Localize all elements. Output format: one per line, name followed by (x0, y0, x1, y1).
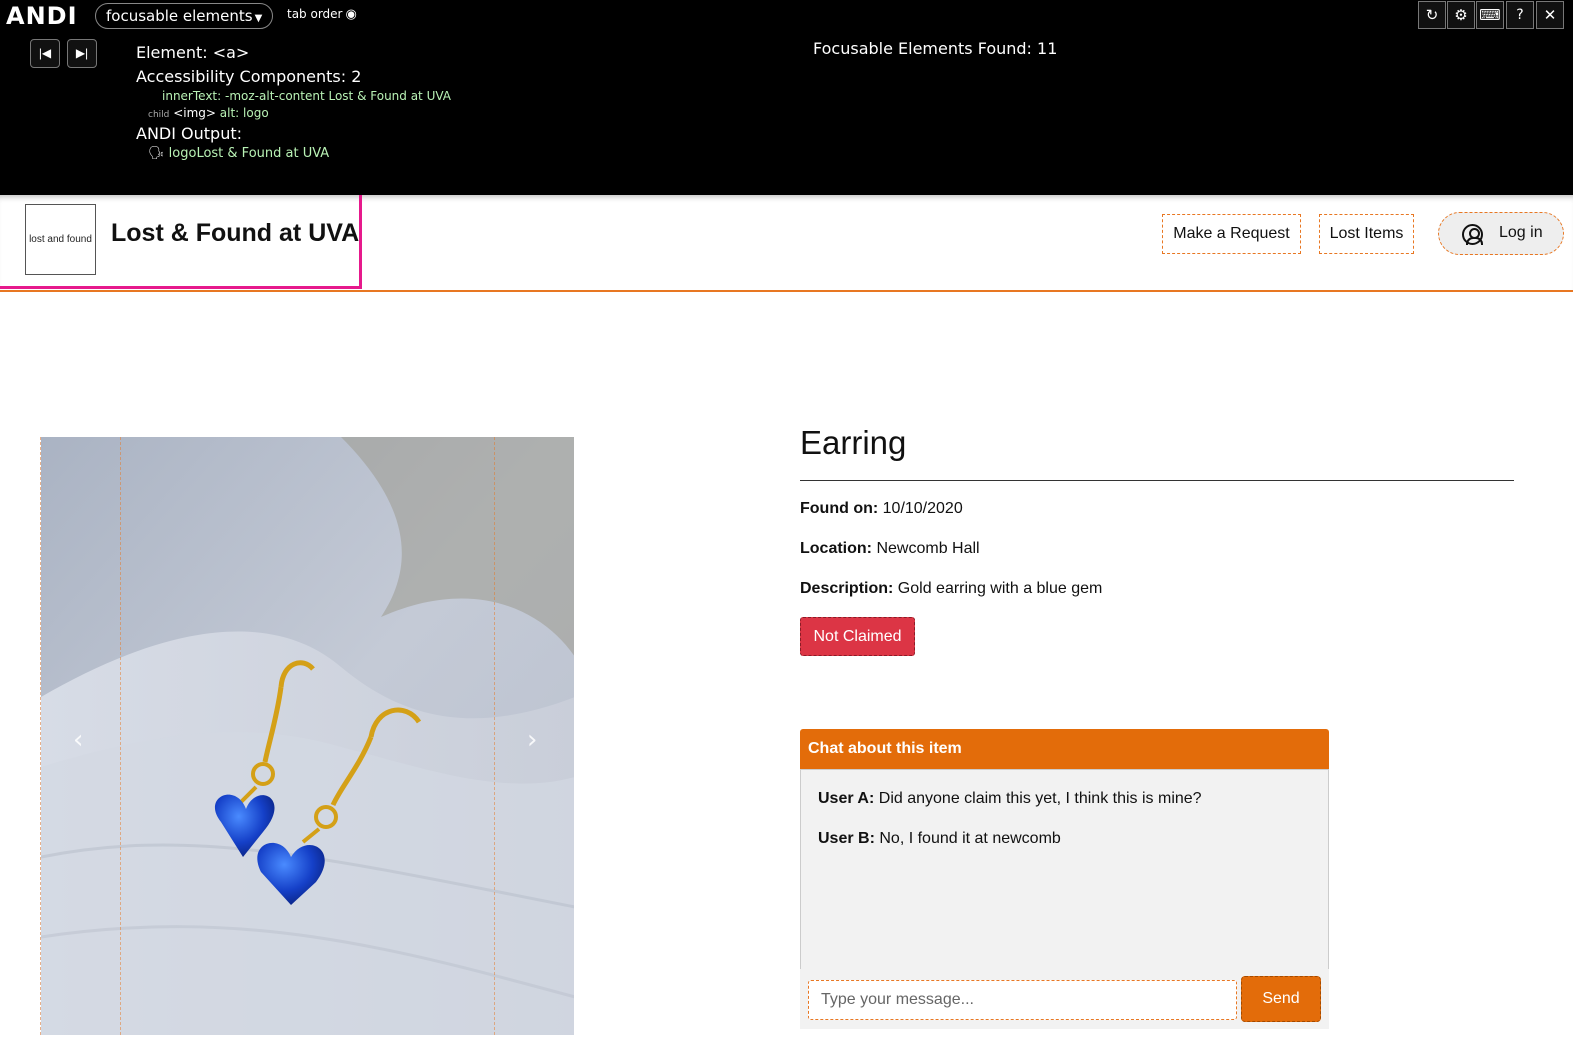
output-text: Lost & Found at UVA (196, 146, 330, 161)
prev-element-icon: |◀ (38, 46, 52, 60)
caret-down-icon: ▼ (254, 13, 263, 24)
item-title: Earring (800, 424, 907, 461)
innertext-label: innerText: (162, 89, 222, 103)
next-element-icon: ▶| (75, 46, 89, 60)
next-element-button[interactable]: ▶| (67, 39, 97, 68)
close-icon: ✕ (1543, 6, 1557, 24)
tab-order-label: tab order (287, 7, 343, 21)
focusable-count: Focusable Elements Found: 11 (813, 39, 1058, 58)
chat-text: Did anyone claim this yet, I think this … (878, 790, 1202, 807)
site-title: Lost & Found at UVA (111, 219, 360, 247)
chat-messages: User A: Did anyone claim this yet, I thi… (800, 769, 1329, 997)
carousel-next-button[interactable]: › (494, 437, 574, 1035)
eye-icon: ◉ (345, 7, 357, 22)
prev-element-button[interactable]: |◀ (30, 39, 60, 68)
chat-text: No, I found it at newcomb (879, 830, 1061, 847)
innertext-value: -moz-alt-content Lost & Found at UVA (225, 89, 452, 103)
screen-reader-icon: 🗣 (148, 146, 165, 161)
item-image-carousel: ‹ › (40, 437, 574, 1035)
child-alt-label: alt: (219, 106, 240, 120)
chat-message: User A: Did anyone claim this yet, I thi… (818, 790, 1202, 808)
settings-button[interactable]: ⚙ (1447, 1, 1475, 29)
site-logo: lost and found (25, 204, 96, 275)
child-label: child (148, 110, 170, 120)
child-alt-value: logo (243, 106, 269, 120)
login-label: Log in (1499, 224, 1543, 241)
andi-components-count: Accessibility Components: 2 (136, 67, 362, 86)
gear-icon: ⚙ (1454, 6, 1468, 24)
andi-toolbar: ANDI focusable elements ▼ tab order ◉ |◀ ▶… (0, 0, 1573, 195)
chevron-right-icon: › (527, 725, 538, 755)
andi-child-row: child <img> alt: logo (148, 106, 269, 120)
andi-module-label: focusable elements (106, 7, 253, 25)
location-value: Newcomb Hall (876, 540, 980, 557)
description-value: Gold earring with a blue gem (897, 580, 1103, 597)
keyboard-icon: ⌨ (1479, 6, 1501, 24)
chat-input-row: Send (800, 969, 1329, 1029)
help-icon: ? (1516, 7, 1524, 23)
chat-user: User A: (818, 790, 875, 807)
refresh-button[interactable]: ↻ (1418, 1, 1446, 29)
brand-link[interactable]: lost and found Lost & Found at UVA (0, 195, 362, 289)
found-on-label: Found on: (800, 500, 879, 517)
nav-make-request[interactable]: Make a Request (1162, 214, 1301, 254)
login-button[interactable]: Log in (1438, 212, 1564, 255)
user-circle-icon (1462, 224, 1483, 245)
message-input[interactable] (808, 980, 1237, 1020)
andi-innertext-row: innerText: -moz-alt-content Lost & Found… (162, 89, 451, 103)
child-tag: <img> (173, 106, 216, 120)
status-badge[interactable]: Not Claimed (800, 617, 915, 656)
found-on: Found on: 10/10/2020 (800, 500, 963, 518)
help-button[interactable]: ? (1506, 1, 1534, 29)
nav-lost-items[interactable]: Lost Items (1319, 214, 1414, 254)
close-button[interactable]: ✕ (1536, 1, 1564, 29)
chat-message: User B: No, I found it at newcomb (818, 830, 1061, 848)
andi-module-select[interactable]: focusable elements ▼ (95, 3, 274, 29)
send-button[interactable]: Send (1241, 976, 1321, 1022)
chat-panel: Chat about this item User A: Did anyone … (800, 729, 1329, 1029)
output-alt-text: logo (168, 146, 197, 161)
refresh-icon: ↻ (1425, 6, 1439, 24)
title-divider (800, 480, 1514, 481)
carousel-prev-button[interactable]: ‹ (41, 437, 121, 1035)
andi-output-row: 🗣 logoLost & Found at UVA (148, 146, 329, 161)
andi-element-name: Element: <a> (136, 43, 250, 62)
chevron-left-icon: ‹ (73, 725, 84, 755)
description: Description: Gold earring with a blue ge… (800, 580, 1102, 598)
site-header: lost and found Lost & Found at UVA Make … (0, 195, 1573, 292)
andi-output-heading: ANDI Output: (136, 124, 243, 143)
logo-text: lost and found (29, 234, 92, 245)
chat-user: User B: (818, 830, 875, 847)
description-label: Description: (800, 580, 894, 597)
andi-logo[interactable]: ANDI (6, 2, 78, 30)
tab-order-toggle[interactable]: tab order ◉ (287, 7, 357, 22)
location-label: Location: (800, 540, 872, 557)
chat-title: Chat about this item (800, 729, 1329, 769)
location: Location: Newcomb Hall (800, 540, 980, 558)
found-on-value: 10/10/2020 (882, 500, 963, 517)
keyboard-button[interactable]: ⌨ (1476, 1, 1504, 29)
